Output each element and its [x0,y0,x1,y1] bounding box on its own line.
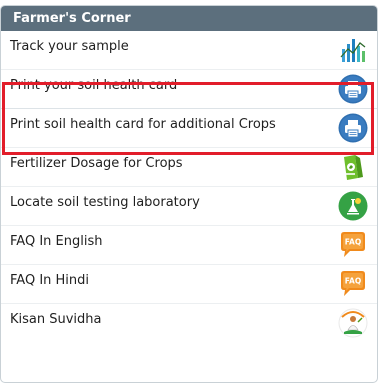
faq-icon: FAQ [338,269,368,299]
item-label: Locate soil testing laboratory [10,195,200,210]
list-item-track-sample[interactable]: Track your sample [1,31,377,70]
farmers-corner-panel: Farmer's Corner Track your sample Print … [0,5,378,383]
item-label: FAQ In Hindi [10,273,90,288]
list-item-locate-lab[interactable]: Locate soil testing laboratory [1,187,377,226]
list-item-fertilizer-dosage[interactable]: Fertilizer Dosage for Crops [1,148,377,187]
printer-icon [338,113,368,143]
panel-title: Farmer's Corner [1,6,377,31]
farmers-corner-list: Track your sample Print your soil health… [1,31,377,343]
list-item-faq-hindi[interactable]: FAQ In Hindi FAQ [1,265,377,304]
list-item-print-soil-health-card[interactable]: Print your soil health card [1,70,377,109]
list-item-faq-english[interactable]: FAQ In English FAQ [1,226,377,265]
item-label: Print soil health card for additional Cr… [10,117,276,132]
faq-icon-text: FAQ [345,238,361,247]
item-label: Print your soil health card [10,78,178,93]
faq-icon: FAQ [338,230,368,260]
track-sample-icon [338,35,368,65]
list-item-print-additional-crops[interactable]: Print soil health card for additional Cr… [1,109,377,148]
item-label: FAQ In English [10,234,103,249]
list-item-kisan-suvidha[interactable]: Kisan Suvidha [1,304,377,343]
locate-lab-icon [338,191,368,221]
kisan-suvidha-icon [338,308,368,338]
item-label: Fertilizer Dosage for Crops [10,156,183,171]
item-label: Track your sample [10,39,129,54]
item-label: Kisan Suvidha [10,312,102,327]
fertilizer-icon [338,152,368,182]
faq-icon-text: FAQ [345,277,361,286]
printer-icon [338,74,368,104]
